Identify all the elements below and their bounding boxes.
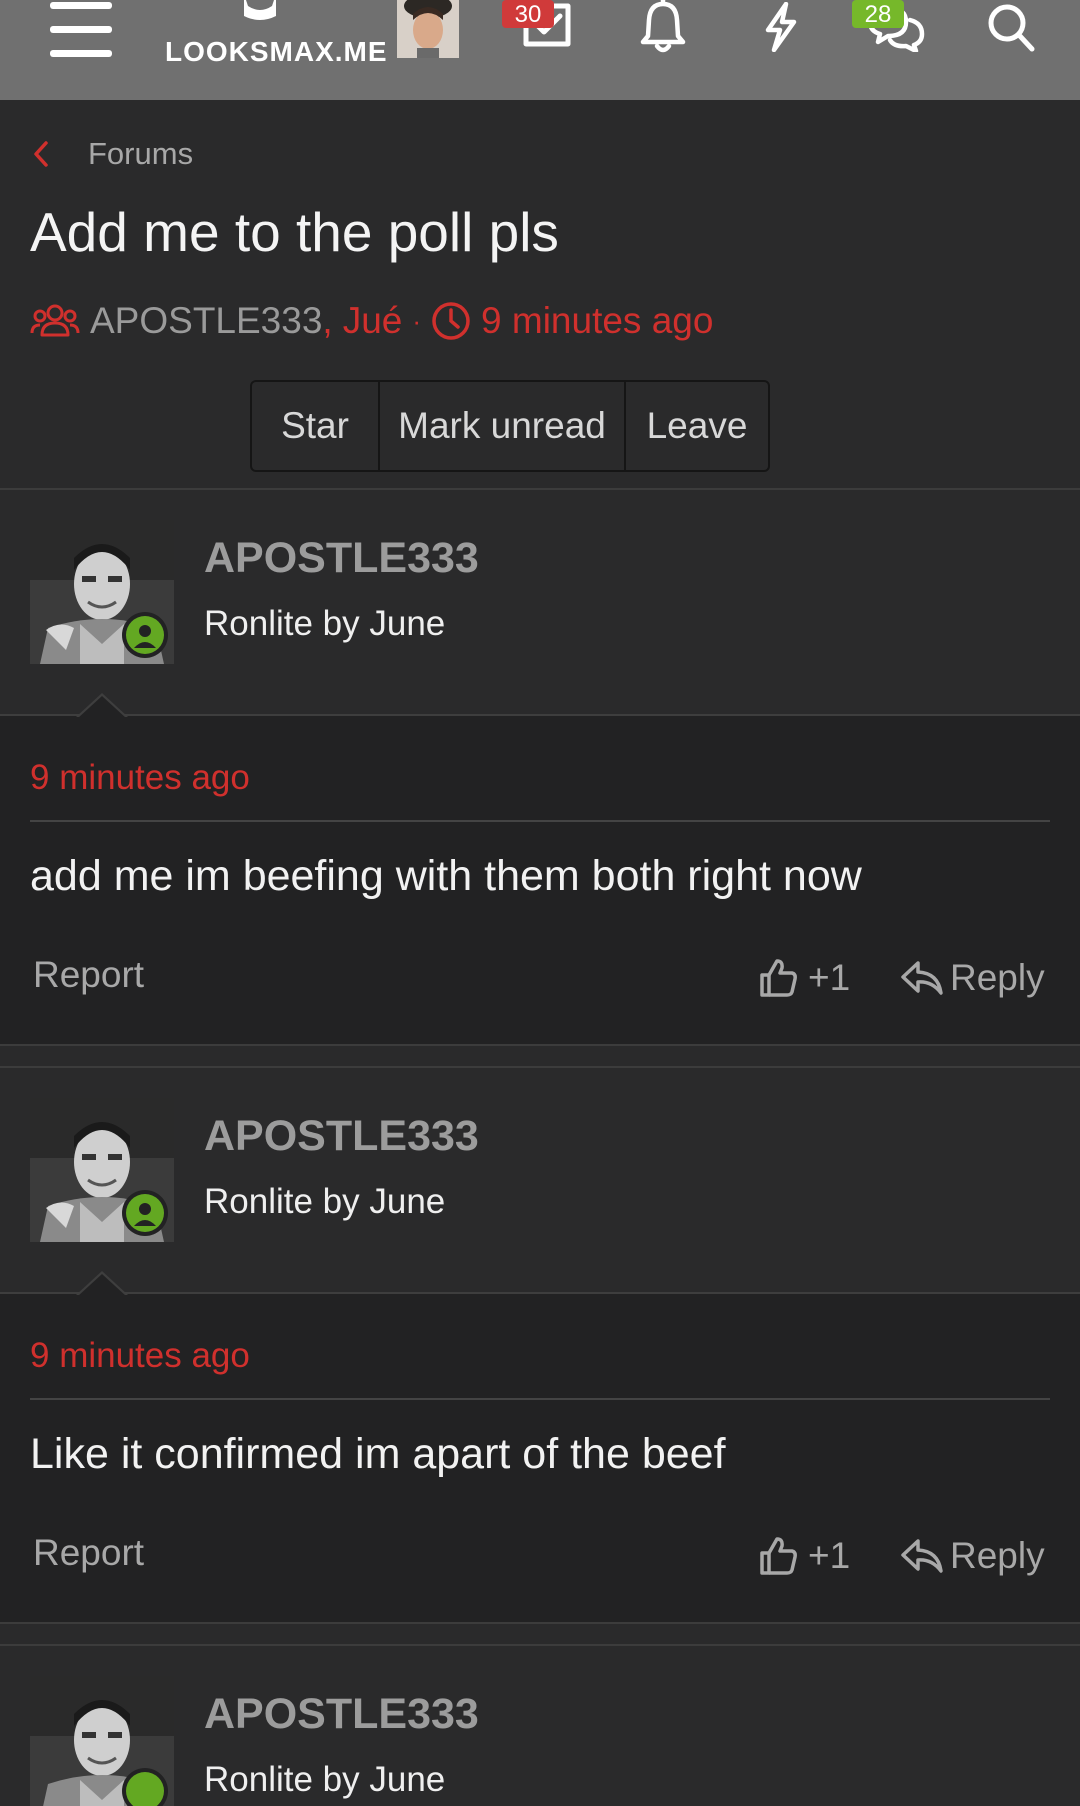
online-status-icon	[122, 1190, 168, 1236]
message: APOSTLE333 Ronlite by June 9 minutes ago…	[0, 1066, 1080, 1624]
online-status-icon	[122, 1768, 168, 1806]
username[interactable]: APOSTLE333	[204, 534, 479, 583]
online-status-icon	[122, 612, 168, 658]
reaction-count: +1	[808, 957, 851, 998]
user-avatar[interactable]	[397, 0, 459, 58]
message-body: Like it confirmed im apart of the beef	[30, 1430, 726, 1478]
site-logo[interactable]: LOOKSMAX.ME	[165, 0, 387, 70]
message-actions: Report +1 Reply	[0, 1528, 1080, 1584]
reaction-count: +1	[808, 1535, 851, 1576]
report-link[interactable]: Report	[33, 954, 144, 996]
message: APOSTLE333 Ronlite by June 9 minutes ago…	[0, 488, 1080, 1046]
participant-link[interactable]: Jué	[343, 300, 403, 342]
message-user-header: APOSTLE333 Ronlite by June	[0, 1646, 1080, 1806]
top-nav-bar: LOOKSMAX.ME 30 28	[0, 0, 1080, 100]
logo-text: LOOKSMAX.ME	[165, 36, 388, 67]
chevron-left-icon	[34, 141, 48, 167]
message-pointer	[76, 693, 128, 718]
star-button[interactable]: Star	[252, 382, 380, 470]
reply-icon	[901, 1539, 943, 1573]
report-link[interactable]: Report	[33, 1532, 144, 1574]
meta-dot: ·	[412, 305, 422, 336]
participant-link[interactable]: APOSTLE333	[90, 300, 322, 342]
message-user-header: APOSTLE333 Ronlite by June	[0, 1068, 1080, 1296]
logo-mark-icon	[244, 0, 276, 20]
message-pointer	[76, 1271, 128, 1296]
username[interactable]: APOSTLE333	[204, 1112, 479, 1161]
message: APOSTLE333 Ronlite by June	[0, 1644, 1080, 1806]
like-button[interactable]: +1	[758, 950, 850, 1006]
username[interactable]: APOSTLE333	[204, 1690, 479, 1739]
reply-icon	[901, 961, 943, 995]
message-actions: Report +1 Reply	[0, 950, 1080, 1006]
divider	[30, 820, 1050, 822]
lightning-icon[interactable]	[760, 2, 800, 52]
like-button[interactable]: +1	[758, 1528, 850, 1584]
clock-icon	[432, 302, 470, 340]
reply-button[interactable]: Reply	[900, 1528, 1045, 1584]
message-user-header: APOSTLE333 Ronlite by June	[0, 490, 1080, 718]
participants-icon	[30, 304, 80, 337]
search-icon[interactable]	[986, 2, 1036, 54]
breadcrumb-forums-link[interactable]: Forums	[88, 136, 193, 172]
message-separator	[0, 1622, 1080, 1644]
breadcrumb[interactable]: Forums	[30, 132, 193, 176]
bell-icon[interactable]	[640, 0, 686, 54]
message-time[interactable]: 9 minutes ago	[30, 1336, 250, 1376]
user-title: Ronlite by June	[204, 604, 446, 643]
divider	[30, 1398, 1050, 1400]
thread-actions: Star Mark unread Leave	[250, 380, 770, 472]
reply-button[interactable]: Reply	[900, 950, 1045, 1006]
user-title: Ronlite by June	[204, 1760, 446, 1799]
menu-icon[interactable]	[50, 0, 112, 57]
thumbs-up-icon	[760, 1537, 797, 1575]
participant-separator: ,	[322, 300, 333, 341]
thumbs-up-icon	[760, 959, 797, 997]
message-time[interactable]: 9 minutes ago	[30, 758, 250, 798]
reply-label: Reply	[950, 1535, 1045, 1576]
leave-button[interactable]: Leave	[626, 382, 768, 470]
page-title: Add me to the poll pls	[30, 201, 559, 263]
message-body: add me im beefing with them both right n…	[30, 852, 862, 900]
inbox-badge: 30	[502, 0, 554, 28]
thread-meta: APOSTLE333 , Jué · 9 minutes ago	[30, 296, 713, 346]
chat-badge: 28	[852, 0, 904, 28]
thread-time[interactable]: 9 minutes ago	[481, 300, 713, 342]
reply-label: Reply	[950, 957, 1045, 998]
message-separator	[0, 1044, 1080, 1066]
mark-unread-button[interactable]: Mark unread	[380, 382, 626, 470]
user-title: Ronlite by June	[204, 1182, 446, 1221]
